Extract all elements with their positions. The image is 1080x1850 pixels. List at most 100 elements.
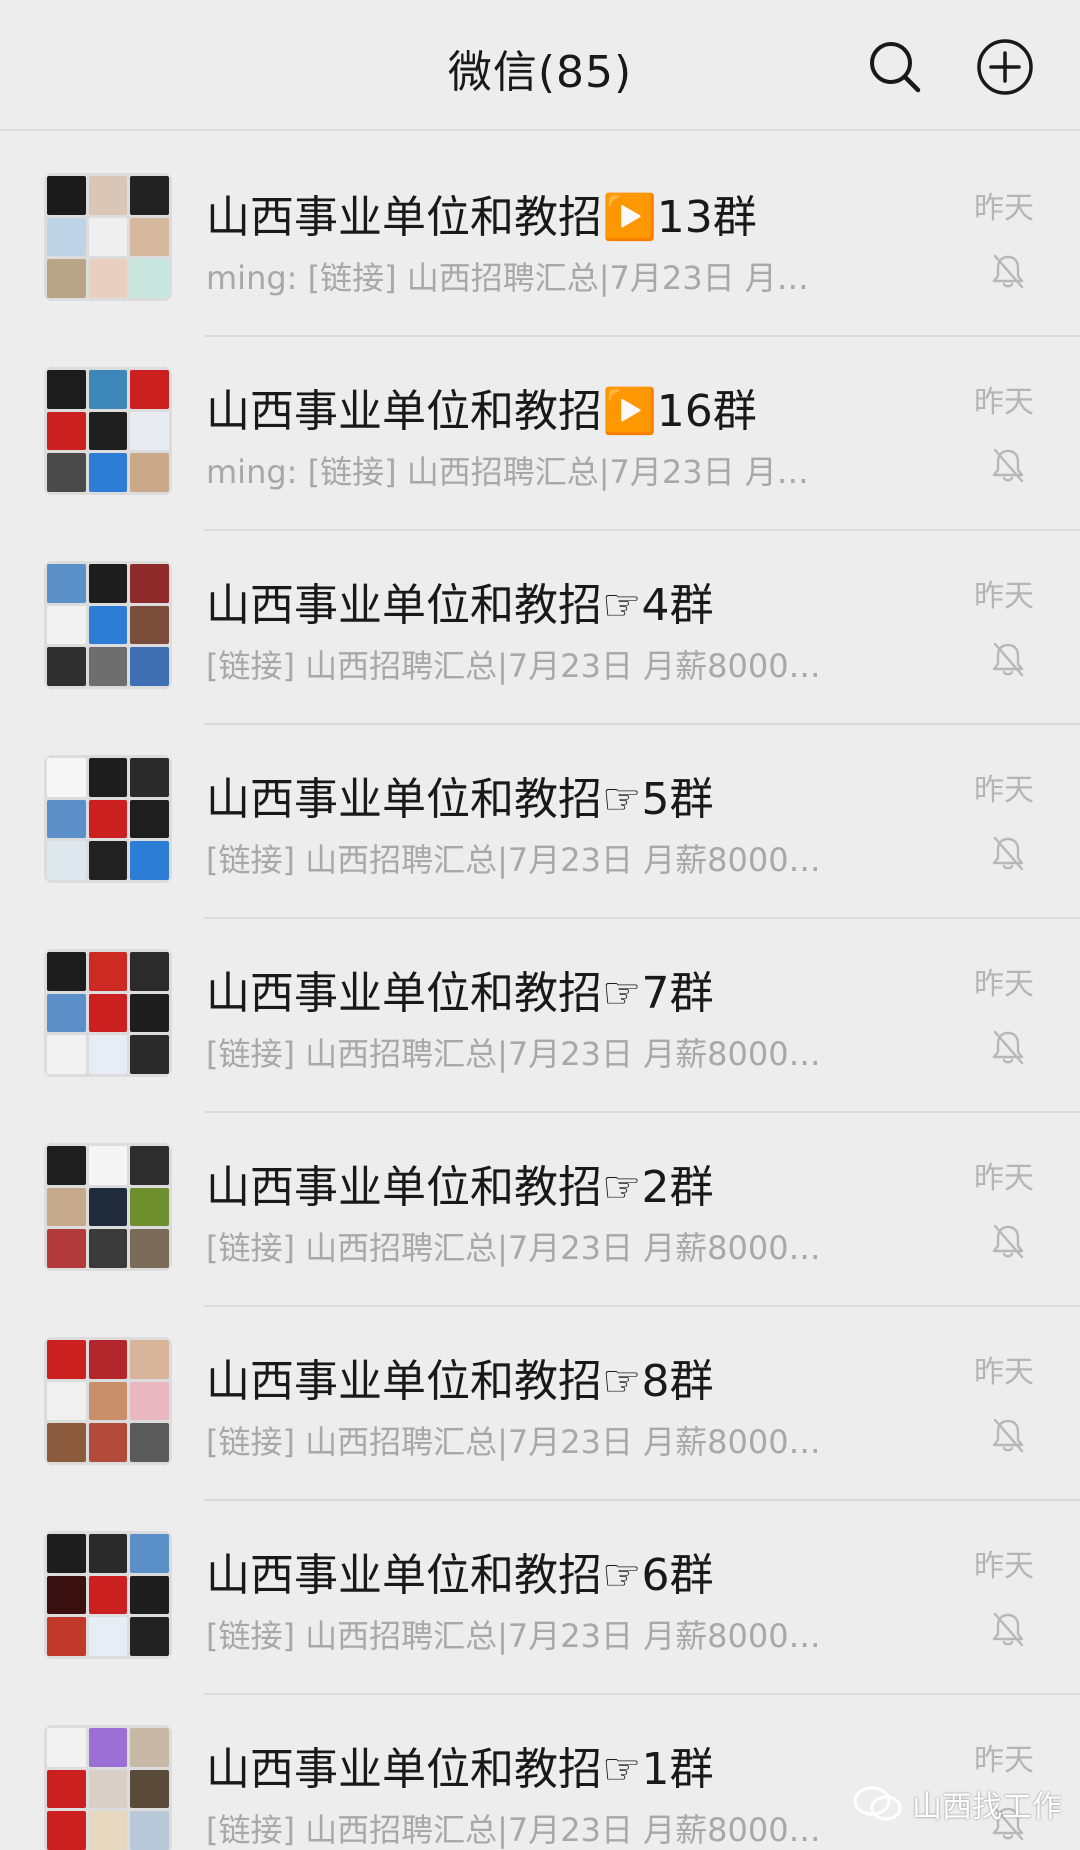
- chat-time: 昨天: [974, 385, 1034, 420]
- chat-preview: [链接] 山西招聘汇总|7月23日 月薪8000…: [206, 1617, 821, 1655]
- chat-name: 山西事业单位和教招☞2群: [206, 1162, 714, 1213]
- group-avatar: [44, 173, 172, 301]
- avatar-tile: [47, 993, 86, 1033]
- avatar-tile: [130, 605, 169, 645]
- group-avatar: [44, 1337, 172, 1465]
- avatar-tile: [47, 758, 86, 797]
- chat-time: 昨天: [974, 967, 1034, 1002]
- avatar-tile: [130, 647, 169, 686]
- mute-bell-icon: [988, 1027, 1028, 1067]
- search-icon: [870, 42, 921, 93]
- chat-preview: [链接] 山西招聘汇总|7月23日 月薪8000…: [206, 1423, 821, 1461]
- avatar-tile: [130, 453, 169, 492]
- chat-name: 山西事业单位和教招☞1群: [206, 1744, 714, 1795]
- chat-preview: [链接] 山西招聘汇总|7月23日 月薪8000…: [206, 841, 821, 879]
- avatar-tile: [47, 1534, 86, 1573]
- chat-time: 昨天: [974, 579, 1034, 614]
- chat-time: 昨天: [974, 191, 1034, 226]
- avatar-tile: [130, 176, 169, 215]
- group-avatar: [44, 1531, 172, 1659]
- avatar-tile: [88, 259, 128, 298]
- chat-name: 山西事业单位和教招▶️13群: [206, 192, 757, 243]
- chat-preview: ming: [链接] 山西招聘汇总|7月23日 月…: [206, 259, 809, 297]
- chat-time: 昨天: [974, 1549, 1034, 1584]
- avatar-tile: [130, 1769, 169, 1809]
- avatar-tile: [88, 217, 128, 257]
- avatar-tile: [130, 993, 169, 1033]
- mute-bell-icon: [988, 1609, 1028, 1649]
- avatar-tile: [47, 453, 86, 492]
- chat-row[interactable]: 山西事业单位和教招▶️16群 ming: [链接] 山西招聘汇总|7月23日 月……: [0, 337, 1080, 531]
- add-button[interactable]: [976, 38, 1034, 96]
- chat-preview: ming: [链接] 山西招聘汇总|7月23日 月…: [206, 453, 809, 491]
- watermark-text: 山西找工作: [912, 1790, 1062, 1825]
- avatar-tile: [130, 259, 169, 298]
- group-avatar: [44, 1725, 172, 1850]
- wechat-logo-icon: [853, 1786, 902, 1821]
- group-avatar: [44, 949, 172, 1077]
- avatar-tile: [88, 453, 128, 492]
- avatar-tile: [130, 1035, 169, 1074]
- chat-time: 昨天: [974, 1161, 1034, 1196]
- avatar-tile: [88, 1340, 128, 1379]
- chat-row[interactable]: 山西事业单位和教招☞8群 [链接] 山西招聘汇总|7月23日 月薪8000… 昨天: [0, 1307, 1080, 1501]
- mute-bell-icon: [988, 639, 1028, 679]
- avatar-tile: [88, 993, 128, 1033]
- chat-preview: [链接] 山西招聘汇总|7月23日 月薪8000…: [206, 1035, 821, 1073]
- avatar-tile: [88, 370, 128, 409]
- chat-time: 昨天: [974, 773, 1034, 808]
- avatar-tile: [130, 1617, 169, 1656]
- avatar-tile: [130, 799, 169, 839]
- search-button[interactable]: [866, 38, 924, 96]
- chat-row[interactable]: 山西事业单位和教招☞1群 [链接] 山西招聘汇总|7月23日 月薪8000… 昨天: [0, 1695, 1080, 1850]
- avatar-tile: [130, 1187, 169, 1227]
- chat-row[interactable]: 山西事业单位和教招☞6群 [链接] 山西招聘汇总|7月23日 月薪8000… 昨天: [0, 1501, 1080, 1695]
- plus-circle-icon: [977, 39, 1033, 95]
- chat-row[interactable]: 山西事业单位和教招☞2群 [链接] 山西招聘汇总|7月23日 月薪8000… 昨天: [0, 1113, 1080, 1307]
- avatar-tile: [130, 1229, 169, 1268]
- avatar-tile: [47, 1617, 86, 1656]
- group-avatar: [44, 367, 172, 495]
- chat-name: 山西事业单位和教招▶️16群: [206, 386, 757, 437]
- avatar-tile: [47, 1728, 86, 1767]
- avatar-tile: [88, 952, 128, 991]
- avatar-tile: [130, 217, 169, 257]
- chat-row[interactable]: 山西事业单位和教招▶️13群 ming: [链接] 山西招聘汇总|7月23日 月……: [0, 143, 1080, 337]
- avatar-tile: [47, 952, 86, 991]
- chat-preview: [链接] 山西招聘汇总|7月23日 月薪8000…: [206, 647, 821, 685]
- chat-name: 山西事业单位和教招☞4群: [206, 580, 714, 631]
- avatar-tile: [88, 1229, 128, 1268]
- avatar-tile: [47, 1187, 86, 1227]
- avatar-tile: [88, 1534, 128, 1573]
- avatar-tile: [130, 1381, 169, 1421]
- avatar-tile: [130, 841, 169, 880]
- avatar-tile: [130, 1423, 169, 1462]
- avatar-tile: [47, 1381, 86, 1421]
- avatar-tile: [130, 1340, 169, 1379]
- avatar-tile: [130, 1534, 169, 1573]
- group-avatar: [44, 755, 172, 883]
- avatar-tile: [88, 758, 128, 797]
- avatar-tile: [47, 259, 86, 298]
- avatar-tile: [88, 1423, 128, 1462]
- avatar-tile: [88, 411, 128, 451]
- chat-row[interactable]: 山西事业单位和教招☞4群 [链接] 山西招聘汇总|7月23日 月薪8000… 昨天: [0, 531, 1080, 725]
- avatar-tile: [47, 1035, 86, 1074]
- avatar-tile: [47, 1811, 86, 1850]
- mute-bell-icon: [988, 251, 1028, 291]
- avatar-tile: [47, 1769, 86, 1809]
- avatar-tile: [47, 411, 86, 451]
- avatar-tile: [130, 1811, 169, 1850]
- chat-time: 昨天: [974, 1743, 1034, 1778]
- avatar-tile: [47, 841, 86, 880]
- avatar-tile: [88, 1811, 128, 1850]
- avatar-tile: [88, 1381, 128, 1421]
- avatar-tile: [88, 1769, 128, 1809]
- chat-name: 山西事业单位和教招☞5群: [206, 774, 714, 825]
- avatar-tile: [88, 841, 128, 880]
- chat-row[interactable]: 山西事业单位和教招☞5群 [链接] 山西招聘汇总|7月23日 月薪8000… 昨天: [0, 725, 1080, 919]
- chat-row[interactable]: 山西事业单位和教招☞7群 [链接] 山西招聘汇总|7月23日 月薪8000… 昨天: [0, 919, 1080, 1113]
- chat-name: 山西事业单位和教招☞8群: [206, 1356, 714, 1407]
- avatar-tile: [47, 176, 86, 215]
- mute-bell-icon: [988, 1221, 1028, 1261]
